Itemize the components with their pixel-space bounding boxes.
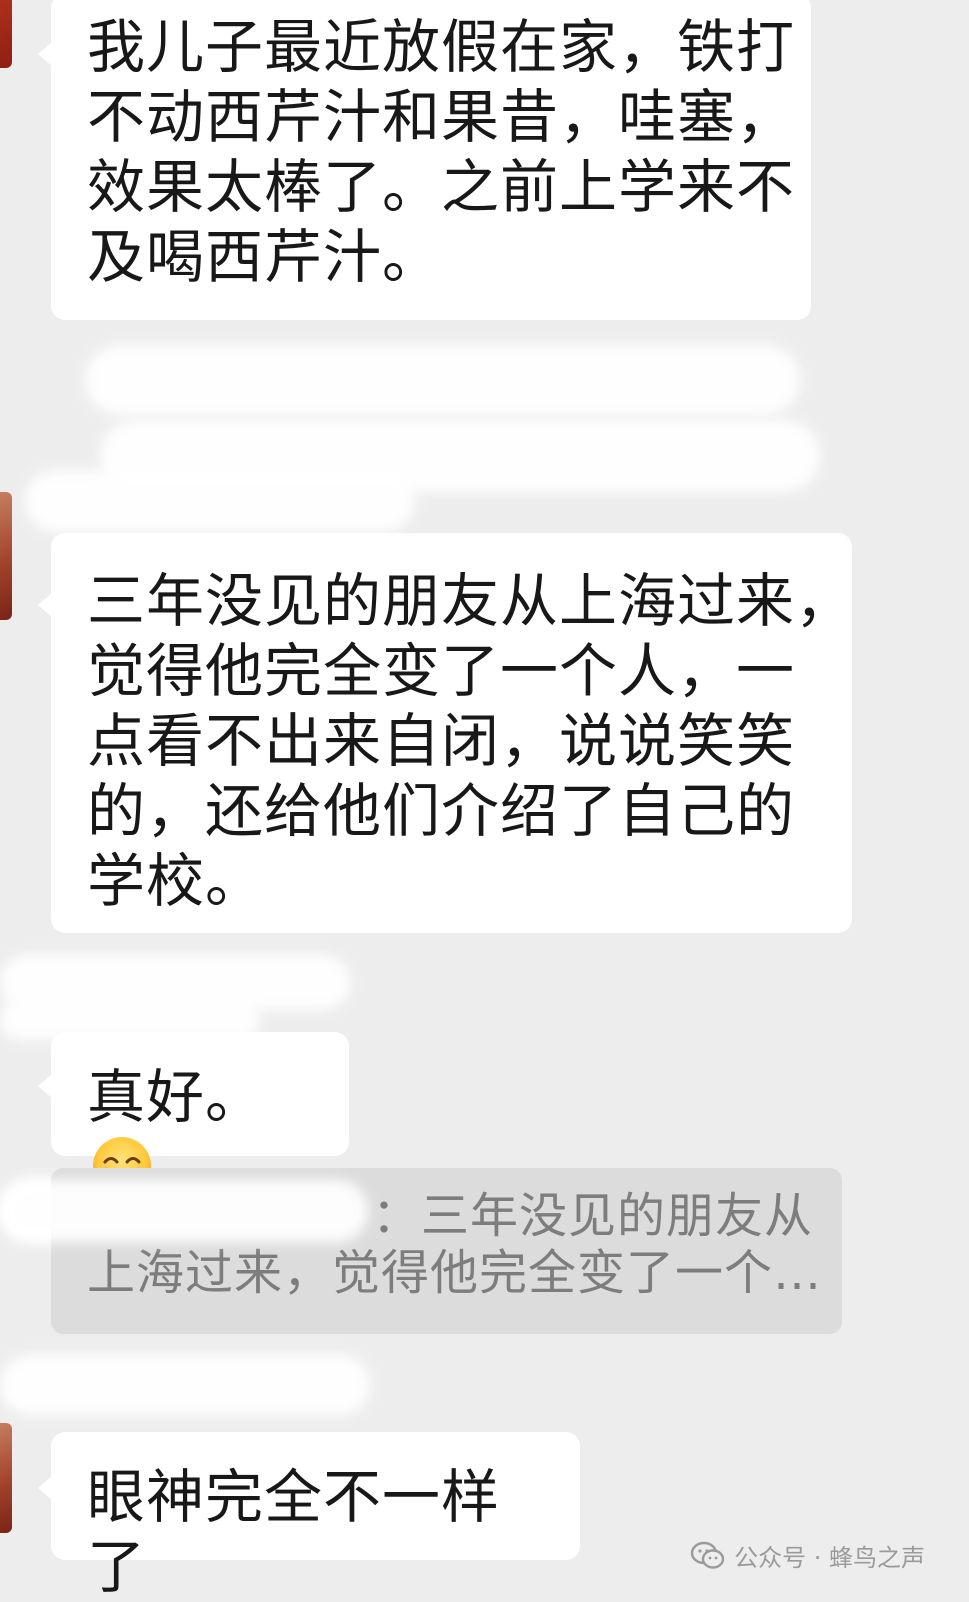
message-text-line: 我儿子最近放假在家，铁打 <box>87 13 796 81</box>
message-text: 真好。 <box>87 1063 265 1131</box>
message-text-line: 及喝西芹汁。 <box>87 223 442 291</box>
message-text-line: 的，还给他们介绍了自己的 <box>87 777 796 845</box>
message-bubble[interactable]: 眼神完全不一样了 <box>38 1432 580 1601</box>
redacted-area <box>0 1355 370 1415</box>
message-text-line: 效果太棒了。之前上学来不 <box>87 153 796 221</box>
watermark: 公众号 · 蜂鸟之声 <box>690 1538 925 1573</box>
redacted-area <box>85 345 800 415</box>
quote-text: 上海过来，觉得他完全变了一个… <box>87 1245 823 1301</box>
sender-avatar[interactable] <box>0 492 12 620</box>
redacted-area <box>25 470 415 532</box>
redacted-area <box>0 1180 368 1242</box>
message-bubble[interactable]: 我儿子最近放假在家，铁打 不动西芹汁和果昔，哇塞， 效果太棒了。之前上学来不 及… <box>38 0 811 320</box>
message-text-line: 不动西芹汁和果昔，哇塞， <box>87 83 796 151</box>
wechat-icon <box>690 1541 726 1571</box>
message-text-line: 三年没见的朋友从上海过来， <box>87 567 855 635</box>
message-text-line: 学校。 <box>87 847 265 915</box>
sender-avatar[interactable] <box>0 0 12 68</box>
sender-avatar[interactable] <box>0 1423 12 1533</box>
message-bubble[interactable]: 真好。 <box>38 1032 349 1195</box>
message-text: 眼神完全不一样了 <box>87 1463 501 1601</box>
message-bubble[interactable]: 三年没见的朋友从上海过来， 觉得他完全变了一个人，一 点看不出来自闭，说说笑笑 … <box>38 533 855 933</box>
message-text-line: 觉得他完全变了一个人，一 <box>87 637 796 705</box>
message-text-line: 点看不出来自闭，说说笑笑 <box>87 707 796 775</box>
quote-text: ：三年没见的朋友从 <box>372 1188 814 1244</box>
watermark-text: 公众号 · 蜂鸟之声 <box>734 1544 925 1572</box>
